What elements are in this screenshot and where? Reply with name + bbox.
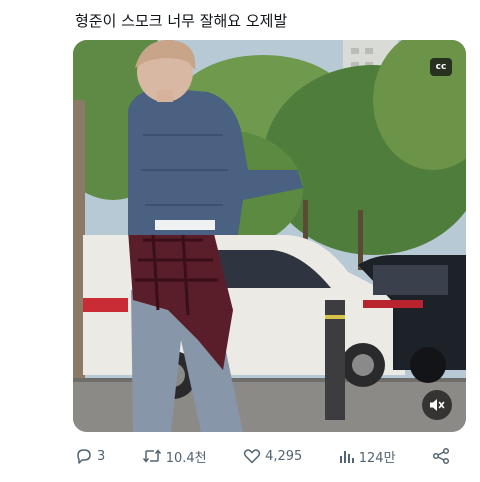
views-button[interactable]: 124만 <box>339 447 396 466</box>
repost-count: 10.4천 <box>165 450 207 466</box>
post-text: 형준이 스모크 너무 잘해요 오제발 <box>75 12 288 30</box>
reply-button[interactable]: 3 <box>75 447 105 465</box>
video-player[interactable]: cc <box>73 40 466 432</box>
heart-icon <box>243 449 261 464</box>
closed-captions-button[interactable]: cc <box>430 58 452 76</box>
share-button[interactable] <box>432 447 450 465</box>
repost-icon <box>142 449 161 463</box>
views-chart-icon <box>339 451 354 463</box>
speaker-muted-icon <box>430 399 445 411</box>
view-count: 124만 <box>358 450 396 466</box>
action-bar: 3 10.4천 4,295 124만 <box>75 444 450 468</box>
mute-button[interactable] <box>422 390 452 420</box>
reply-count: 3 <box>97 448 106 464</box>
video-frame <box>73 40 466 432</box>
repost-button[interactable]: 10.4천 <box>142 447 207 466</box>
like-button[interactable]: 4,295 <box>243 447 302 465</box>
like-count: 4,295 <box>265 448 303 464</box>
post: 형준이 스모크 너무 잘해요 오제발 cc 3 10.4천 4,295 124만 <box>0 0 480 482</box>
reply-icon <box>77 449 91 464</box>
share-icon <box>432 447 450 465</box>
